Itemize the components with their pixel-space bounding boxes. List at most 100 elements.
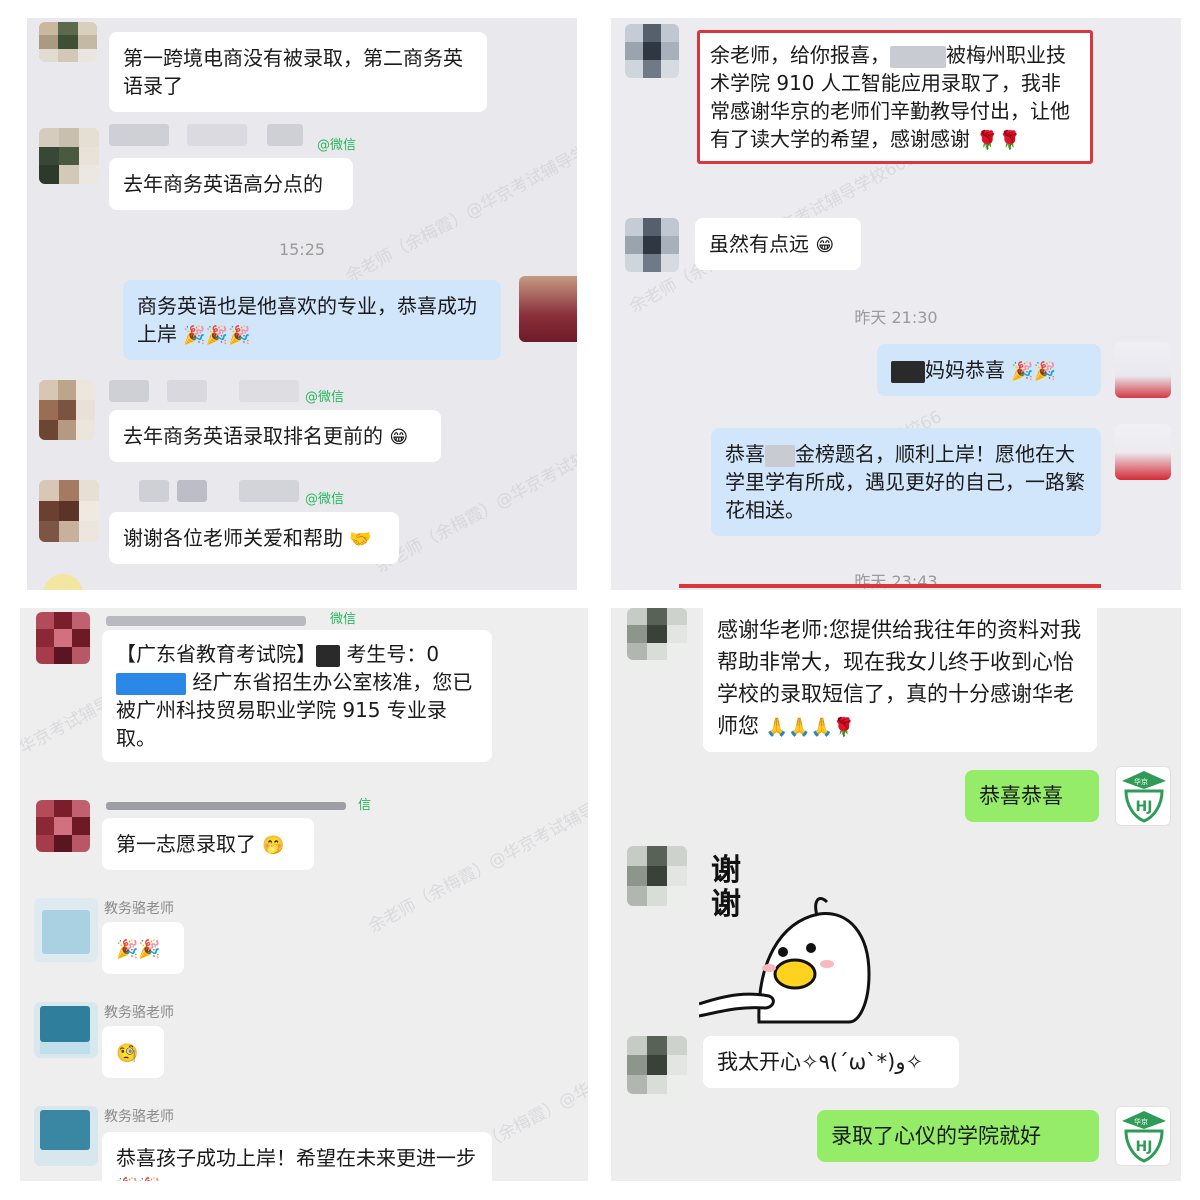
badge-text: 华京 [1134,778,1148,786]
party-popper-icon: 🎉🎉🎉 [183,325,251,346]
message-text: 【广东省教育考试院】 [116,642,316,666]
redacted-name [891,360,925,383]
timestamp: 昨天 21:30 [854,308,938,327]
message-text: 余老师，给你报喜， [710,43,890,67]
party-popper-icon: 🎉🎉 [116,1178,161,1182]
wechat-label: @微信 [317,138,357,153]
hand-over-mouth-icon: 🤭 [262,835,285,856]
redacted-name [316,644,340,667]
wechat-label: 信 [358,798,372,813]
redacted-number [116,672,186,695]
party-popper-icon: 🎉🎉 [116,939,161,960]
message-text: 我太开心✧٩(ˊωˋ*)و✧ [717,1050,924,1074]
svg-text:HJ: HJ [1136,1139,1153,1155]
message-bubble[interactable]: 去年商务英语录取排名更前的 😁 [109,410,441,462]
blurred-name [106,802,346,810]
avatar[interactable] [34,898,98,962]
blurred-name [109,124,169,146]
chat-panel-1: 余老师（余梅霞）@华京考试辅导学校609 余老师（余梅霞）@华京考试辅导学校60… [27,18,577,590]
message-bubble[interactable]: 谢谢各位老师关爱和帮助 🤝 [109,512,399,564]
message-bubble[interactable]: 去年商务英语高分点的 [109,158,353,210]
message-text: 恭喜孩子成功上岸！希望在未来更进一步 [116,1146,476,1170]
watermark: 余老师（余梅霞）@华京考试辅导学校609 [342,118,577,287]
message-bubble-self[interactable]: 恭喜恭喜 [965,770,1099,822]
praying-hands-icon: 🙏🙏🙏🌹 [765,717,856,738]
message-text: 第一跨境电商没有被录取，第二商务英语录了 [123,46,463,98]
sender-name: 教务骆老师 [104,901,174,917]
avatar[interactable] [39,480,99,542]
message-bubble[interactable]: 我太开心✧٩(ˊωˋ*)و✧ [703,1036,959,1088]
blurred-name [109,380,149,402]
thank-you-duck-sticker[interactable]: 谢谢 [698,844,879,1024]
avatar[interactable] [36,612,90,664]
blurred-name [106,616,306,626]
graduation-cap-logo-icon: HJ [1122,1111,1166,1163]
avatar[interactable] [1115,424,1171,480]
message-bubble[interactable]: 【广东省教育考试院】 考生号：0 经广东省招生办公室核准，您已被广州科技贸易职业… [102,630,492,762]
party-popper-icon: 🎉🎉 [1011,361,1057,382]
redacted-name [765,444,795,467]
message-bubble[interactable]: 🧐 [102,1026,164,1078]
timestamp: 15:25 [278,240,326,259]
thinking-face-icon: 🧐 [116,1043,139,1064]
blurred-name [239,480,299,502]
message-text: 第一志愿录取了 [116,832,256,856]
avatar[interactable] [34,1002,98,1058]
message-text: 恭喜 [725,442,765,466]
redacted-name [890,45,946,68]
blurred-name [139,480,169,502]
blurred-name [239,380,299,402]
handshake-icon: 🤝 [349,529,372,550]
message-text: 考生号：0 [346,642,440,666]
message-bubble[interactable]: 恭喜孩子成功上岸！希望在未来更进一步 🎉🎉 [102,1132,492,1181]
grin-emoji-icon: 😁 [389,427,409,448]
avatar[interactable] [627,1036,687,1094]
message-text: 谢谢各位老师关爱和帮助 [123,526,343,550]
sender-name: 教务骆老师 [104,1005,174,1021]
message-bubble[interactable]: 🎉🎉 [102,922,184,974]
graduation-cap-logo-icon: HJ [1122,771,1166,823]
avatar[interactable] [36,800,90,852]
message-text: 妈妈恭喜 [925,358,1005,382]
avatar[interactable] [43,574,83,590]
message-bubble-self[interactable]: 录取了心仪的学院就好 [817,1110,1099,1162]
chat-panel-3: 华京考试辅导学校66 余老师（余梅霞）@华京考试辅导学校609 余老师（余梅霞）… [20,608,588,1181]
wechat-label: @微信 [305,390,345,405]
sender-name: 教务骆老师 [104,1109,174,1125]
svg-text:HJ: HJ [1136,799,1153,815]
message-bubble[interactable]: 第一跨境电商没有被录取，第二商务英语录了 [109,32,487,112]
blurred-name [267,124,303,146]
message-bubble-self[interactable]: 恭喜 金榜题名，顺利上岸！愿他在大学里学有所成，遇见更好的自己，一路繁花相送。 [711,428,1101,536]
badge-text: 华京 [1134,1118,1148,1126]
avatar[interactable] [627,608,687,660]
avatar[interactable] [39,380,95,440]
avatar[interactable] [625,24,679,78]
school-logo-avatar[interactable]: HJ 华京 [1115,1106,1171,1166]
avatar[interactable] [519,276,577,342]
avatar[interactable] [625,218,679,272]
message-text: 去年商务英语录取排名更前的 [123,424,383,448]
message-text: 去年商务英语高分点的 [123,172,323,196]
chat-panel-4: 感谢华老师:您提供给我往年的资料对我帮助非常大，现在我女儿终于收到心怡学校的录取… [611,608,1181,1181]
message-bubble-highlighted[interactable]: 余老师，给你报喜， 被梅州职业技术学院 910 人工智能应用录取了，我非常感谢华京… [697,30,1093,164]
message-bubble[interactable]: 虽然有点远 😁 [695,218,861,270]
message-bubble-self[interactable]: 商务英语也是他喜欢的专业，恭喜成功上岸 🎉🎉🎉 [123,280,501,360]
sticker-text: 谢谢 [711,853,741,922]
message-text: 恭喜恭喜 [979,784,1063,808]
wechat-label: 微信 [330,612,357,627]
blurred-name [177,480,207,502]
message-bubble[interactable]: 感谢华老师:您提供给我往年的资料对我帮助非常大，现在我女儿终于收到心怡学校的录取… [703,608,1097,752]
message-bubble[interactable]: 第一志愿录取了 🤭 [102,818,314,870]
school-logo-avatar[interactable]: HJ 华京 [1115,766,1171,826]
avatar[interactable] [627,846,687,906]
blurred-name [167,380,207,402]
avatar[interactable] [39,128,99,184]
avatar[interactable] [1115,342,1171,398]
rose-icon: 🌹🌹 [976,130,1022,151]
avatar[interactable] [39,22,97,62]
message-bubble-self[interactable]: 妈妈恭喜 🎉🎉 [877,344,1101,396]
grin-emoji-icon: 😁 [815,235,835,256]
avatar[interactable] [34,1106,98,1166]
message-text: 虽然有点远 [709,232,809,256]
highlight-box-edge [679,584,1101,588]
